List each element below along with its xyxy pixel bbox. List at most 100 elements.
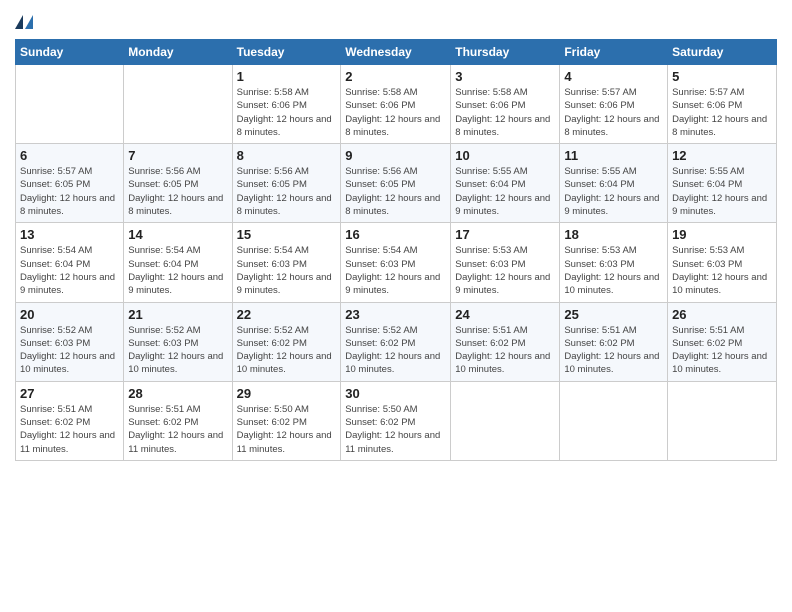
calendar-header-row: SundayMondayTuesdayWednesdayThursdayFrid… <box>16 40 777 65</box>
calendar-cell <box>16 65 124 144</box>
calendar-cell: 28 Sunrise: 5:51 AM Sunset: 6:02 PM Dayli… <box>124 381 232 460</box>
day-number: 14 <box>128 227 227 242</box>
day-number: 21 <box>128 307 227 322</box>
calendar-cell: 25 Sunrise: 5:51 AM Sunset: 6:02 PM Dayli… <box>560 302 668 381</box>
calendar-cell: 30 Sunrise: 5:50 AM Sunset: 6:02 PM Dayli… <box>341 381 451 460</box>
logo-triangle-blue <box>25 15 33 29</box>
day-info: Sunrise: 5:54 AM Sunset: 6:03 PM Dayligh… <box>237 244 337 297</box>
day-info: Sunrise: 5:51 AM Sunset: 6:02 PM Dayligh… <box>564 324 663 377</box>
calendar-cell: 27Sunrise: 5:51 AM Sunset: 6:02 PM Dayli… <box>16 381 124 460</box>
day-number: 24 <box>455 307 555 322</box>
calendar-cell <box>560 381 668 460</box>
calendar-cell: 20Sunrise: 5:52 AM Sunset: 6:03 PM Dayli… <box>16 302 124 381</box>
calendar-cell: 15 Sunrise: 5:54 AM Sunset: 6:03 PM Dayli… <box>232 223 341 302</box>
calendar-cell: 9 Sunrise: 5:56 AM Sunset: 6:05 PM Daylig… <box>341 144 451 223</box>
day-number: 9 <box>345 148 446 163</box>
header-monday: Monday <box>124 40 232 65</box>
day-number: 4 <box>564 69 663 84</box>
header-friday: Friday <box>560 40 668 65</box>
day-number: 23 <box>345 307 446 322</box>
day-info: Sunrise: 5:52 AM Sunset: 6:03 PM Dayligh… <box>20 324 119 377</box>
day-number: 26 <box>672 307 772 322</box>
day-number: 5 <box>672 69 772 84</box>
logo-triangle-dark <box>15 15 23 29</box>
week-row-1: 1Sunrise: 5:58 AM Sunset: 6:06 PM Daylig… <box>16 65 777 144</box>
calendar-cell: 19 Sunrise: 5:53 AM Sunset: 6:03 PM Dayli… <box>668 223 777 302</box>
day-number: 3 <box>455 69 555 84</box>
calendar-cell: 4 Sunrise: 5:57 AM Sunset: 6:06 PM Daylig… <box>560 65 668 144</box>
calendar-cell: 1Sunrise: 5:58 AM Sunset: 6:06 PM Daylig… <box>232 65 341 144</box>
day-number: 30 <box>345 386 446 401</box>
day-info: Sunrise: 5:53 AM Sunset: 6:03 PM Dayligh… <box>455 244 555 297</box>
calendar-cell: 7 Sunrise: 5:56 AM Sunset: 6:05 PM Daylig… <box>124 144 232 223</box>
day-info: Sunrise: 5:53 AM Sunset: 6:03 PM Dayligh… <box>672 244 772 297</box>
day-number: 8 <box>237 148 337 163</box>
day-info: Sunrise: 5:51 AM Sunset: 6:02 PM Dayligh… <box>128 403 227 456</box>
calendar-cell: 6 Sunrise: 5:57 AM Sunset: 6:05 PM Daylig… <box>16 144 124 223</box>
day-info: Sunrise: 5:55 AM Sunset: 6:04 PM Dayligh… <box>672 165 772 218</box>
day-info: Sunrise: 5:58 AM Sunset: 6:06 PM Dayligh… <box>237 86 337 139</box>
header-tuesday: Tuesday <box>232 40 341 65</box>
day-info: Sunrise: 5:55 AM Sunset: 6:04 PM Dayligh… <box>564 165 663 218</box>
calendar-cell: 23Sunrise: 5:52 AM Sunset: 6:02 PM Dayli… <box>341 302 451 381</box>
day-info: Sunrise: 5:58 AM Sunset: 6:06 PM Dayligh… <box>345 86 446 139</box>
week-row-2: 6 Sunrise: 5:57 AM Sunset: 6:05 PM Daylig… <box>16 144 777 223</box>
day-info: Sunrise: 5:50 AM Sunset: 6:02 PM Dayligh… <box>345 403 446 456</box>
day-info: Sunrise: 5:51 AM Sunset: 6:02 PM Dayligh… <box>672 324 772 377</box>
day-info: Sunrise: 5:53 AM Sunset: 6:03 PM Dayligh… <box>564 244 663 297</box>
day-info: Sunrise: 5:57 AM Sunset: 6:06 PM Dayligh… <box>672 86 772 139</box>
calendar-cell: 22 Sunrise: 5:52 AM Sunset: 6:02 PM Dayli… <box>232 302 341 381</box>
calendar-cell: 21 Sunrise: 5:52 AM Sunset: 6:03 PM Dayli… <box>124 302 232 381</box>
day-number: 28 <box>128 386 227 401</box>
day-number: 22 <box>237 307 337 322</box>
header-wednesday: Wednesday <box>341 40 451 65</box>
calendar-cell: 5 Sunrise: 5:57 AM Sunset: 6:06 PM Daylig… <box>668 65 777 144</box>
header-sunday: Sunday <box>16 40 124 65</box>
calendar-cell: 24Sunrise: 5:51 AM Sunset: 6:02 PM Dayli… <box>451 302 560 381</box>
calendar-cell: 13 Sunrise: 5:54 AM Sunset: 6:04 PM Dayli… <box>16 223 124 302</box>
day-number: 29 <box>237 386 337 401</box>
calendar-cell: 10Sunrise: 5:55 AM Sunset: 6:04 PM Dayli… <box>451 144 560 223</box>
calendar-cell: 8Sunrise: 5:56 AM Sunset: 6:05 PM Daylig… <box>232 144 341 223</box>
logo <box>15 15 33 31</box>
day-number: 17 <box>455 227 555 242</box>
day-number: 13 <box>20 227 119 242</box>
day-number: 19 <box>672 227 772 242</box>
calendar-cell: 18 Sunrise: 5:53 AM Sunset: 6:03 PM Dayli… <box>560 223 668 302</box>
header <box>15 15 777 31</box>
day-number: 11 <box>564 148 663 163</box>
calendar-cell: 26 Sunrise: 5:51 AM Sunset: 6:02 PM Dayli… <box>668 302 777 381</box>
calendar-cell <box>451 381 560 460</box>
calendar-cell: 12 Sunrise: 5:55 AM Sunset: 6:04 PM Dayli… <box>668 144 777 223</box>
day-number: 6 <box>20 148 119 163</box>
week-row-3: 13 Sunrise: 5:54 AM Sunset: 6:04 PM Dayli… <box>16 223 777 302</box>
day-info: Sunrise: 5:56 AM Sunset: 6:05 PM Dayligh… <box>345 165 446 218</box>
calendar-cell <box>668 381 777 460</box>
calendar-table: SundayMondayTuesdayWednesdayThursdayFrid… <box>15 39 777 461</box>
week-row-4: 20Sunrise: 5:52 AM Sunset: 6:03 PM Dayli… <box>16 302 777 381</box>
day-info: Sunrise: 5:58 AM Sunset: 6:06 PM Dayligh… <box>455 86 555 139</box>
day-info: Sunrise: 5:57 AM Sunset: 6:05 PM Dayligh… <box>20 165 119 218</box>
day-info: Sunrise: 5:54 AM Sunset: 6:03 PM Dayligh… <box>345 244 446 297</box>
day-info: Sunrise: 5:50 AM Sunset: 6:02 PM Dayligh… <box>237 403 337 456</box>
day-info: Sunrise: 5:54 AM Sunset: 6:04 PM Dayligh… <box>20 244 119 297</box>
day-number: 12 <box>672 148 772 163</box>
day-number: 16 <box>345 227 446 242</box>
day-info: Sunrise: 5:57 AM Sunset: 6:06 PM Dayligh… <box>564 86 663 139</box>
week-row-5: 27Sunrise: 5:51 AM Sunset: 6:02 PM Dayli… <box>16 381 777 460</box>
calendar-cell: 11 Sunrise: 5:55 AM Sunset: 6:04 PM Dayli… <box>560 144 668 223</box>
calendar-cell: 14 Sunrise: 5:54 AM Sunset: 6:04 PM Dayli… <box>124 223 232 302</box>
day-number: 7 <box>128 148 227 163</box>
calendar-cell: 17 Sunrise: 5:53 AM Sunset: 6:03 PM Dayli… <box>451 223 560 302</box>
calendar-cell: 2Sunrise: 5:58 AM Sunset: 6:06 PM Daylig… <box>341 65 451 144</box>
day-info: Sunrise: 5:54 AM Sunset: 6:04 PM Dayligh… <box>128 244 227 297</box>
day-info: Sunrise: 5:52 AM Sunset: 6:03 PM Dayligh… <box>128 324 227 377</box>
day-number: 25 <box>564 307 663 322</box>
day-number: 10 <box>455 148 555 163</box>
calendar-cell <box>124 65 232 144</box>
day-number: 15 <box>237 227 337 242</box>
calendar-cell: 3 Sunrise: 5:58 AM Sunset: 6:06 PM Daylig… <box>451 65 560 144</box>
day-info: Sunrise: 5:56 AM Sunset: 6:05 PM Dayligh… <box>128 165 227 218</box>
day-number: 18 <box>564 227 663 242</box>
day-info: Sunrise: 5:52 AM Sunset: 6:02 PM Dayligh… <box>237 324 337 377</box>
